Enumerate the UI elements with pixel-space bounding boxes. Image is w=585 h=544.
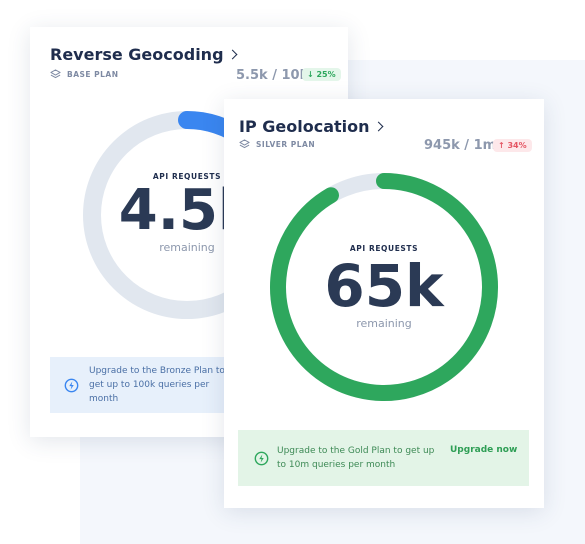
upgrade-text: Upgrade to the Bronze Plan to get up to … [89, 366, 225, 404]
upgrade-banner: Upgrade to the Gold Plan to get up to 10… [238, 430, 529, 486]
remaining-value: 65k [324, 252, 444, 320]
ring-center: API REQUESTS 65k remaining [284, 244, 484, 330]
plan-name: SILVER PLAN [256, 140, 316, 149]
card-title: Reverse Geocoding [50, 45, 224, 64]
plan-label: SILVER PLAN [239, 139, 315, 150]
chevron-right-icon [227, 49, 237, 60]
plan-name: BASE PLAN [67, 70, 119, 79]
usage-text: 945k / 1m [424, 138, 497, 153]
change-badge: ↓ 25% [302, 68, 341, 81]
change-badge: ↑ 34% [493, 139, 532, 152]
upgrade-now-link[interactable]: Upgrade now [450, 445, 517, 455]
layers-icon [50, 69, 61, 79]
usage-text: 5.5k / 10k [236, 68, 309, 83]
card-title-link[interactable]: Reverse Geocoding [50, 45, 237, 64]
lightning-bolt-icon [254, 451, 269, 465]
layers-icon [239, 139, 250, 149]
upgrade-text: Upgrade to the Gold Plan to get up to 10… [277, 446, 435, 470]
chevron-right-icon [373, 121, 383, 132]
card-title-link[interactable]: IP Geolocation [239, 117, 383, 136]
remaining-label: remaining [356, 317, 412, 330]
card-title: IP Geolocation [239, 117, 370, 136]
lightning-bolt-icon [64, 378, 79, 392]
plan-label: BASE PLAN [50, 69, 119, 80]
ip-geolocation-card: IP Geolocation SILVER PLAN 945k / 1m ↑ 3… [224, 99, 544, 508]
